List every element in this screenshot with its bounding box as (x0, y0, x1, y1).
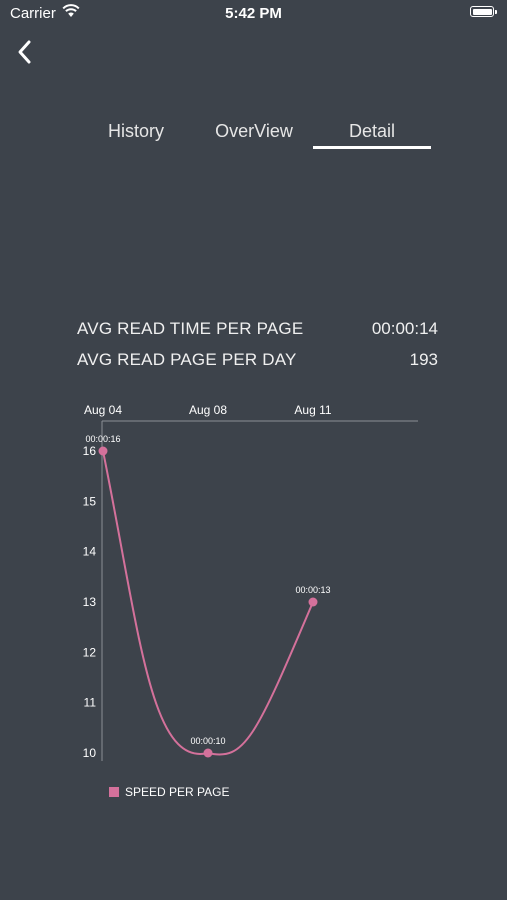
y-tick-label: 14 (83, 545, 97, 559)
stats-panel: AVG READ TIME PER PAGE 00:00:14 AVG READ… (77, 316, 438, 378)
x-tick-label: Aug 04 (84, 403, 122, 417)
legend-label: SPEED PER PAGE (125, 785, 230, 799)
y-tick-label: 15 (83, 494, 97, 508)
data-point (308, 597, 318, 607)
stat-value: 193 (409, 350, 438, 369)
data-label: 00:00:13 (295, 585, 330, 595)
stat-label: AVG READ TIME PER PAGE (77, 319, 304, 338)
back-button[interactable] (10, 37, 40, 67)
stat-value: 00:00:14 (371, 319, 438, 338)
status-bar: Carrier 5:42 PM (0, 0, 507, 28)
stat-row-avg-read-pages: AVG READ PAGE PER DAY 193 (77, 347, 438, 378)
data-label: 00:00:10 (190, 736, 225, 746)
y-tick-label: 12 (83, 645, 97, 659)
chevron-left-icon (18, 40, 31, 64)
data-point (203, 748, 213, 758)
clock-time: 5:42 PM (225, 5, 282, 22)
y-tick-label: 13 (83, 595, 97, 609)
battery-icon (470, 6, 497, 17)
legend-swatch (109, 787, 119, 797)
x-tick-label: Aug 08 (189, 403, 227, 417)
speed-line-chart: Aug 04 Aug 08 Aug 11 16 15 14 13 12 11 10 00:00:16… (83, 403, 418, 761)
data-point (98, 446, 108, 456)
y-tick-label: 11 (84, 696, 97, 710)
tab-overview[interactable]: OverView (196, 118, 312, 152)
data-label: 00:00:16 (85, 434, 120, 444)
x-tick-label: Aug 11 (294, 403, 331, 417)
y-tick-label: 16 (83, 444, 97, 458)
y-tick-label: 10 (83, 746, 97, 760)
tab-history[interactable]: History (86, 118, 186, 152)
tab-selected-indicator (313, 146, 431, 149)
series-line (102, 450, 314, 756)
stat-row-avg-read-time: AVG READ TIME PER PAGE 00:00:14 (77, 316, 438, 347)
stat-label: AVG READ PAGE PER DAY (77, 350, 297, 369)
